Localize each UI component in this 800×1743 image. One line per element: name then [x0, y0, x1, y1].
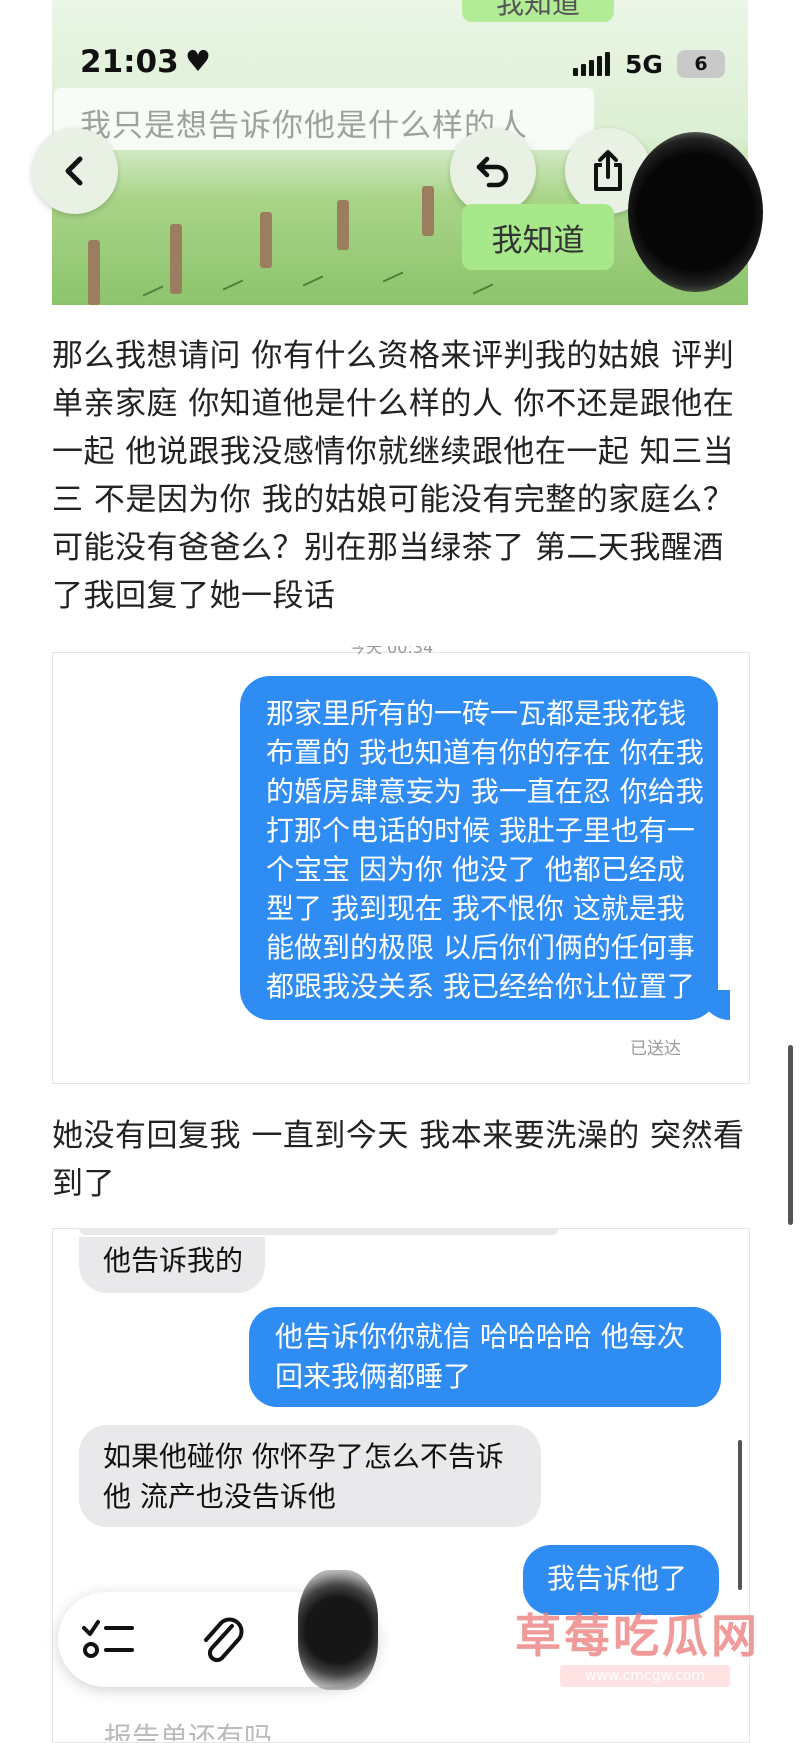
redaction-scribble [298, 1570, 378, 1690]
grass-tuft [472, 283, 494, 295]
chat-scrollbar[interactable] [738, 1440, 742, 1590]
faded-next-message: 报告单还有吗 [104, 1721, 273, 1741]
grass-tuft [222, 279, 244, 291]
undo-icon [476, 156, 509, 188]
back-chevron-icon [65, 156, 83, 186]
fence-post [88, 240, 100, 305]
undo-button[interactable] [450, 128, 536, 214]
checklist-icon [82, 1620, 134, 1658]
sent-message-bubble: 他告诉你你就信 哈哈哈哈 他每次回来我俩都睡了 [249, 1307, 721, 1407]
page-scrollbar[interactable] [788, 1045, 793, 1225]
back-button[interactable] [32, 128, 118, 214]
fence-post [170, 224, 182, 294]
received-message-bubble: 如果他碰你 你怀孕了怎么不告诉他 流产也没告诉他 [79, 1425, 541, 1527]
delivery-status: 已送达 [630, 1039, 681, 1059]
sent-message-text: 他告诉你你就信 哈哈哈哈 他每次回来我俩都睡了 [275, 1320, 685, 1393]
received-message-text: 他告诉我的 [103, 1244, 244, 1277]
top-reply-bubble-partial: 我知道 [462, 0, 614, 22]
attachment-button[interactable] [198, 1612, 248, 1668]
redaction-scribble [628, 132, 763, 292]
checklist-button[interactable] [80, 1614, 136, 1666]
received-message-bubble-partial [79, 1229, 559, 1235]
received-message-text: 如果他碰你 你怀孕了怎么不告诉他 流产也没告诉他 [103, 1440, 504, 1513]
fence-post [260, 212, 272, 268]
fence-post [337, 200, 349, 250]
network-type: 5G [625, 50, 663, 79]
sent-message-text: 那家里所有的一砖一瓦都是我花钱布置的 我也知道有你的存在 你在我的婚房肆意妄为 … [266, 697, 704, 1003]
grass-tuft [142, 285, 164, 297]
fence-post [422, 186, 434, 236]
chat-date-fragment: 今天 00:34 [350, 646, 433, 654]
message-input-text: 我只是想告诉你他是什么样的人 [80, 108, 528, 144]
heart-icon: ♥ [185, 44, 211, 78]
paperclip-icon [204, 1617, 244, 1663]
top-reply-bubble: 我知道 [462, 204, 614, 270]
battery-indicator: 6 [677, 50, 725, 78]
received-message-bubble: 他告诉我的 [79, 1237, 265, 1293]
watermark-url: www.cmcgw.com [560, 1665, 730, 1687]
sent-message-text: 我告诉他了 [547, 1562, 688, 1595]
grass-tuft [302, 275, 324, 287]
status-time: 21:03 [80, 44, 179, 80]
sent-message-bubble: 那家里所有的一砖一瓦都是我花钱布置的 我也知道有你的存在 你在我的婚房肆意妄为 … [240, 676, 718, 1020]
grass-tuft [382, 271, 404, 283]
article-paragraph: 那么我想请问 你有什么资格来评判我的姑娘 评判单亲家庭 你知道他是什么样的人 你… [52, 338, 735, 614]
share-icon [594, 150, 622, 191]
watermark-text: 草莓吃瓜网 [515, 1609, 760, 1663]
article-paragraph: 她没有回复我 一直到今天 我本来要洗澡的 突然看到了 [52, 1118, 745, 1202]
signal-bars-icon [573, 52, 613, 76]
